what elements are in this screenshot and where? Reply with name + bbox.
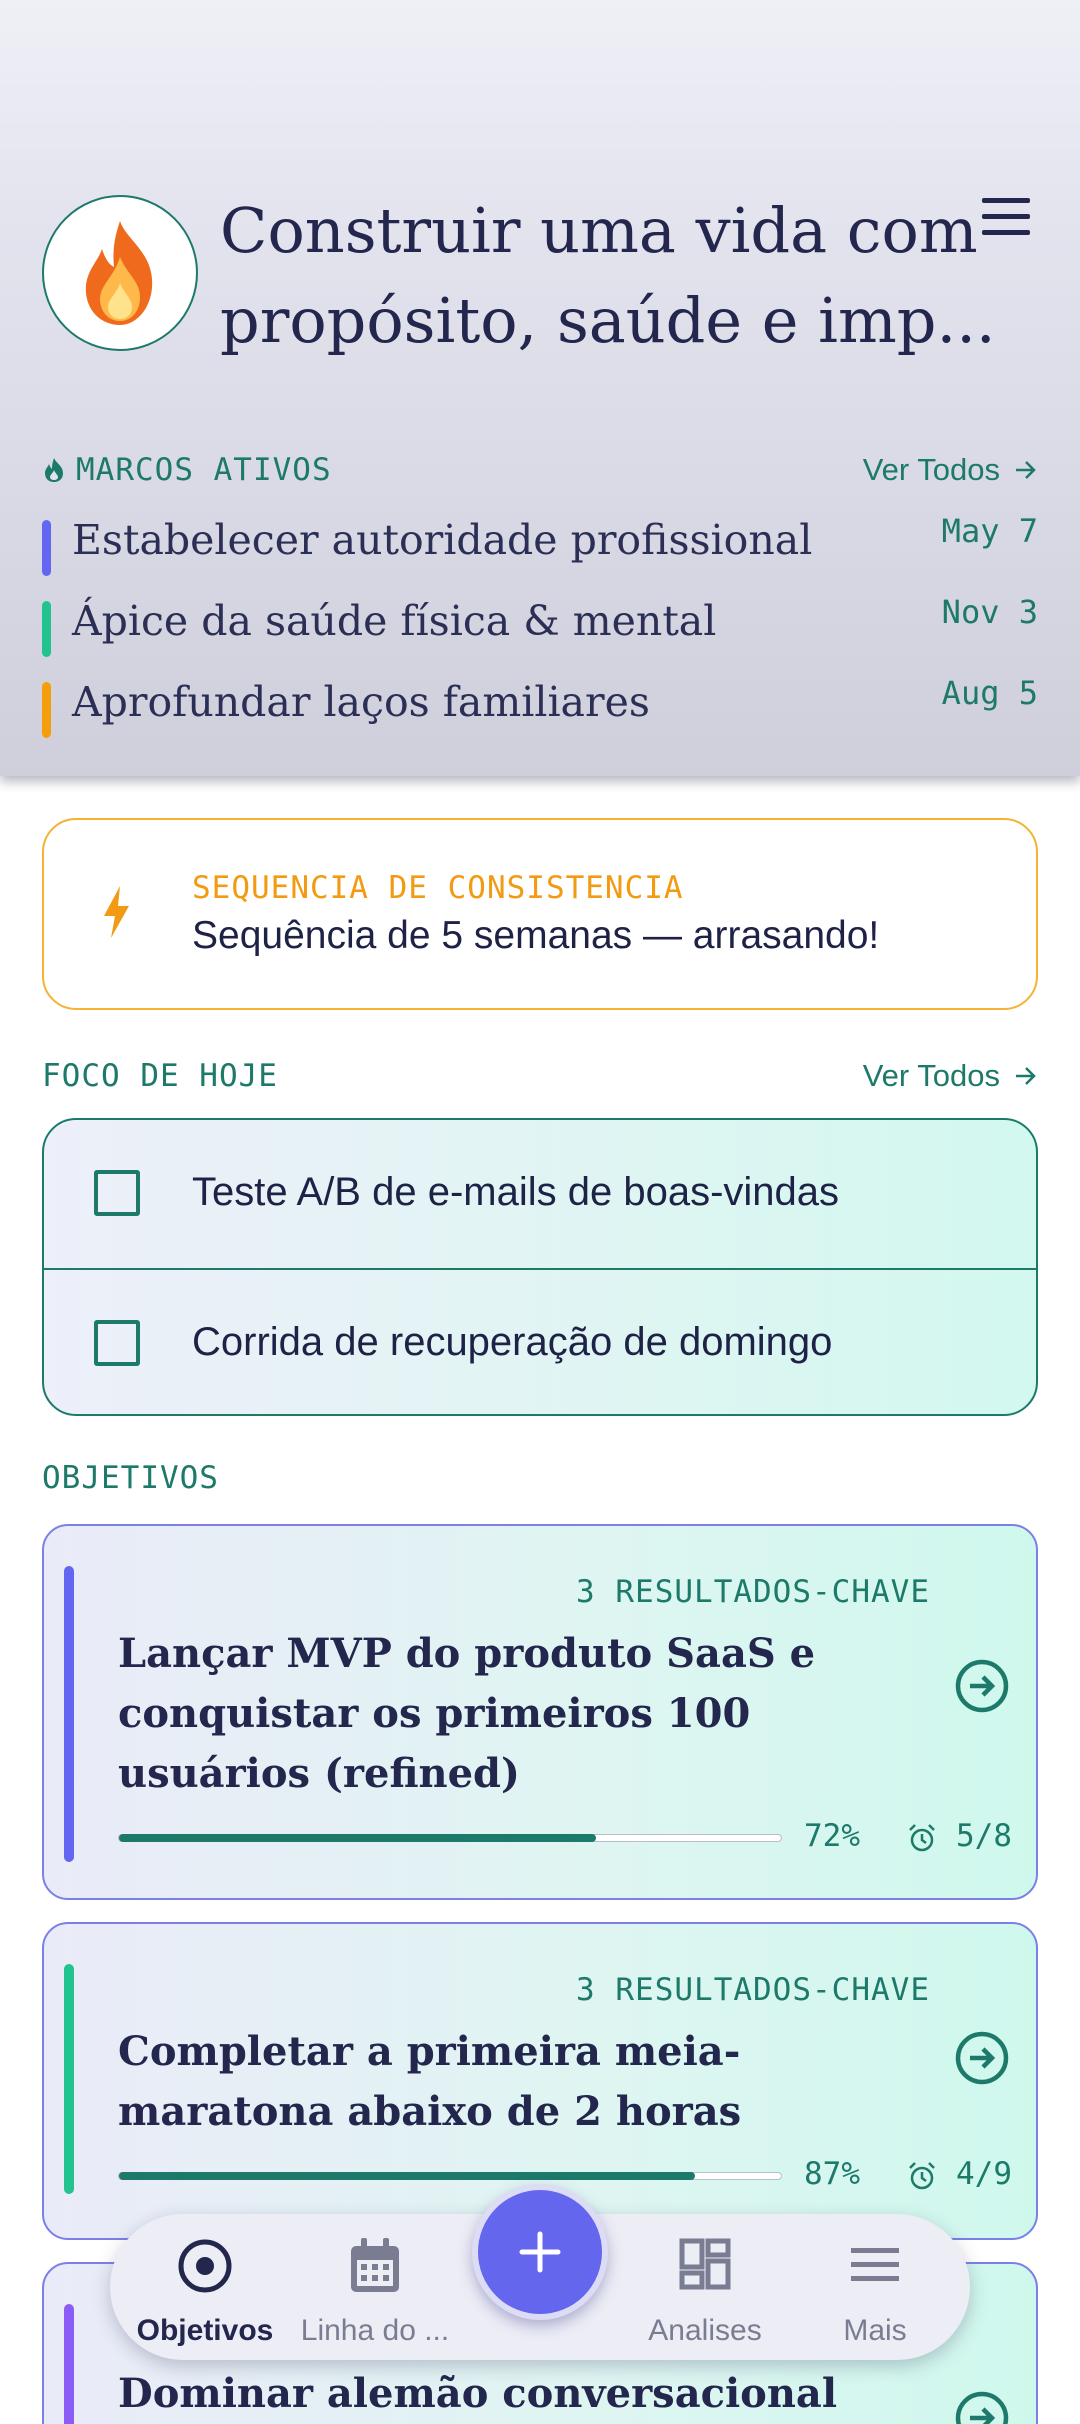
arrow-right-icon (1016, 1067, 1036, 1085)
milestones-label: MARCOS ATIVOS (76, 452, 332, 488)
nav-label: Analises (648, 2314, 762, 2347)
task-text: Corrida de recuperação de domingo (192, 1320, 833, 1364)
nav-label: Linha do ... (300, 2314, 450, 2347)
key-results-count: 3 RESULTADOS-CHAVE (576, 1972, 930, 2008)
arrow-circle-right-icon[interactable] (954, 2030, 1010, 2086)
milestone-item[interactable]: Aprofundar laços familiares Aug 5 (42, 674, 1038, 738)
add-button[interactable] (472, 2184, 608, 2320)
streak-label: SEQUENCIA DE CONSISTENCIA (192, 870, 684, 906)
objectives-label: OBJETIVOS (42, 1460, 219, 1496)
milestone-item[interactable]: Ápice da saúde física & mental Nov 3 (42, 593, 1038, 657)
see-all-label: Ver Todos (862, 452, 1000, 487)
progress-fill (119, 2172, 695, 2180)
focus-see-all-link[interactable]: Ver Todos (863, 1058, 1038, 1094)
key-results-progress-count: 5/8 (956, 1818, 1012, 1854)
focus-task[interactable]: Corrida de recuperação de domingo (44, 1268, 1036, 1414)
hamburger-line (982, 214, 1030, 219)
milestone-title: Estabelecer autoridade profissional (72, 516, 813, 564)
page-title-line-2: propósito, saúde e imp... (220, 284, 996, 357)
progress-percent: 72% (804, 1818, 860, 1854)
milestone-title: Aprofundar laços familiares (72, 678, 650, 726)
milestone-color-bar (42, 682, 51, 738)
alarm-clock-icon (909, 2162, 935, 2190)
objective-title: Lançar MVP do produto SaaS e conquistar … (118, 1630, 816, 1797)
focus-header: FOCO DE HOJE Ver Todos (42, 1054, 1038, 1098)
focus-task[interactable]: Teste A/B de e-mails de boas-vindas (44, 1120, 1036, 1268)
milestone-item[interactable]: Estabelecer autoridade profissional May … (42, 512, 1038, 576)
nav-label: Objetivos (136, 2314, 274, 2347)
milestone-date: Aug 5 (941, 674, 1038, 712)
milestones-title-group: MARCOS ATIVOS (42, 452, 332, 488)
nav-item-mais[interactable]: Mais (790, 2224, 960, 2354)
task-checkbox[interactable] (94, 1170, 140, 1216)
lightning-icon (104, 886, 129, 938)
progress-percent: 87% (804, 2156, 860, 2192)
nav-item-linha-do-tempo[interactable]: Linha do ... (290, 2224, 460, 2354)
progress-track (118, 1834, 782, 1842)
focus-label: FOCO DE HOJE (42, 1058, 278, 1094)
milestone-color-bar (42, 520, 51, 576)
arrow-circle-right-icon[interactable] (954, 1658, 1010, 1714)
milestone-title: Ápice da saúde física & mental (72, 597, 717, 645)
milestones-header: MARCOS ATIVOS Ver Todos (42, 448, 1038, 492)
progress-fill (119, 1834, 596, 1842)
objective-accent-bar (64, 2304, 74, 2424)
milestone-date: May 7 (941, 512, 1038, 550)
nav-label: Mais (843, 2314, 907, 2347)
see-all-label: Ver Todos (862, 1058, 1000, 1093)
progress-track (118, 2172, 782, 2180)
key-results-count: 3 RESULTADOS-CHAVE (576, 1574, 930, 1610)
page-title: Construir uma vida com propósito, saúde … (220, 186, 996, 366)
goal-avatar[interactable] (42, 195, 198, 351)
small-flame-icon (45, 458, 63, 482)
focus-task-list: Teste A/B de e-mails de boas-vindas Corr… (42, 1118, 1038, 1416)
objective-title: Completar a primeira meia-maratona abaix… (118, 2028, 742, 2135)
dashboard-icon (679, 2238, 731, 2290)
milestone-date: Nov 3 (941, 593, 1038, 631)
hamburger-line (982, 230, 1030, 235)
menu-icon (851, 2248, 899, 2281)
arrow-circle-right-icon[interactable] (954, 2390, 1010, 2424)
milestones-see-all-link[interactable]: Ver Todos (863, 452, 1038, 488)
menu-button[interactable] (978, 196, 1034, 240)
nav-item-analises[interactable]: Analises (620, 2224, 790, 2354)
streak-text: Sequência de 5 semanas — arrasando! (192, 914, 880, 957)
task-checkbox[interactable] (94, 1320, 140, 1366)
arrow-right-icon (1016, 461, 1036, 479)
alarm-clock-icon (909, 1824, 935, 1852)
milestone-color-bar (42, 601, 51, 657)
nav-item-objetivos[interactable]: Objetivos (120, 2224, 290, 2354)
hamburger-menu-icon (982, 198, 1030, 203)
plus-icon (519, 2231, 561, 2273)
objective-card[interactable]: 3 RESULTADOS-CHAVE Lançar MVP do produto… (42, 1524, 1038, 1900)
target-icon (178, 2239, 232, 2293)
streak-card[interactable]: SEQUENCIA DE CONSISTENCIA Sequência de 5… (42, 818, 1038, 1010)
page-title-line-1: Construir uma vida com (220, 194, 978, 267)
objective-title: Dominar alemão conversacional (nível (118, 2370, 838, 2417)
objective-accent-bar (64, 1566, 74, 1862)
task-text: Teste A/B de e-mails de boas-vindas (192, 1170, 840, 1214)
objective-accent-bar (64, 1964, 74, 2194)
header: Construir uma vida com propósito, saúde … (0, 0, 1080, 776)
calendar-icon (351, 2238, 399, 2292)
key-results-progress-count: 4/9 (956, 2156, 1012, 2192)
flame-icon (85, 221, 153, 325)
